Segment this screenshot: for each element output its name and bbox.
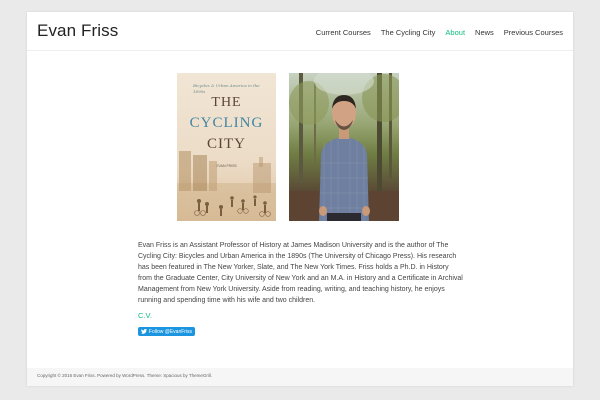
main-nav: Current Courses The Cycling City About N… (306, 28, 563, 37)
nav-item-news[interactable]: News (475, 28, 494, 37)
twitter-follow-button[interactable]: Follow @EvanFriss (138, 327, 195, 336)
nav-item-cycling-city[interactable]: The Cycling City (381, 28, 436, 37)
bio-paragraph: Evan Friss is an Assistant Professor of … (138, 242, 463, 304)
footer-copyright: Copyright © 2016 Evan Friss. Powered by … (37, 373, 213, 378)
nav-item-about[interactable]: About (445, 28, 465, 37)
site-title[interactable]: Evan Friss (37, 21, 118, 41)
twitter-follow-label: Follow @EvanFriss (148, 328, 193, 335)
book-cover-illustration (177, 151, 276, 221)
site-header: Evan Friss Current Courses The Cycling C… (27, 12, 573, 51)
page-container: Evan Friss Current Courses The Cycling C… (27, 12, 573, 386)
cv-link[interactable]: C.V. (138, 311, 152, 320)
twitter-bird-icon (140, 329, 147, 334)
nav-item-current-courses[interactable]: Current Courses (316, 28, 371, 37)
author-photo (289, 73, 399, 221)
book-cover-image: Bicycles & Urban America in the 1890s TH… (177, 73, 276, 221)
nav-item-previous-courses[interactable]: Previous Courses (504, 28, 563, 37)
site-footer: Copyright © 2016 Evan Friss. Powered by … (27, 368, 573, 386)
